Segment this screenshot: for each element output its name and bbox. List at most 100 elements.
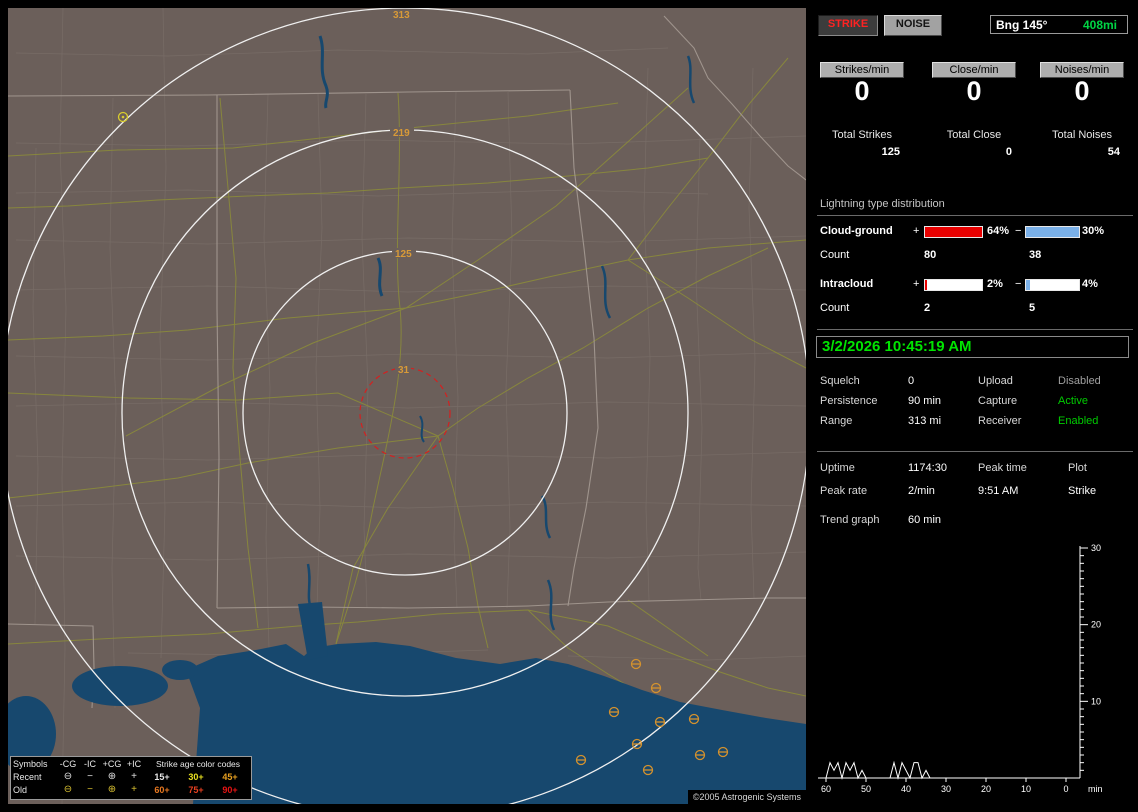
age-60: 60+: [154, 785, 170, 795]
cg-positive-count: 80: [924, 249, 937, 261]
strike-map[interactable]: 313 219 125 31 Symbols -CG -IC +CG +IC S…: [8, 8, 806, 804]
bearing-value: Bng 145°: [996, 17, 1048, 32]
svg-text:20: 20: [1091, 620, 1101, 630]
ic-negative-pct: 4%: [1082, 278, 1098, 290]
svg-text:30: 30: [941, 784, 951, 794]
pos-cg-icon: ⊕: [107, 771, 117, 782]
bearing-distance: 408mi: [1082, 17, 1117, 32]
age-15: 15+: [154, 772, 170, 782]
neg-ic-icon: −: [87, 771, 93, 782]
total-close-label: Total Close: [946, 129, 1002, 141]
strikes-counter-column: Strikes/min 0 Total Strikes 125: [820, 62, 904, 159]
uptime-value: 1174:30: [908, 462, 947, 474]
persistence-label: Persistence: [820, 395, 878, 407]
range-label-219: 219: [393, 128, 410, 139]
datetime-display: 3/2/2026 10:45:19 AM: [816, 336, 1129, 358]
legend-col-neg-ic: -IC: [84, 759, 96, 769]
status-panel: STRIKE NOISE Bng 145° 408mi Strikes/min …: [812, 0, 1138, 812]
svg-text:min: min: [1088, 784, 1103, 794]
cg-positive-pct: 64%: [987, 225, 1010, 237]
ic-negative-fill: [1026, 280, 1031, 290]
upload-status: Disabled: [1058, 375, 1101, 387]
age-30: 30+: [188, 772, 204, 782]
legend-col-pos-cg: +CG: [102, 759, 122, 769]
age-90: 90+: [222, 785, 238, 795]
range-label-125: 125: [395, 249, 412, 260]
svg-text:60: 60: [821, 784, 831, 794]
noises-counter-column: Noises/min 0 Total Noises 54: [1040, 62, 1124, 159]
upload-label: Upload: [978, 375, 1013, 387]
ic-positive-bar: [924, 279, 983, 291]
legend-old-label: Old: [13, 785, 28, 795]
svg-text:30: 30: [1091, 543, 1101, 553]
copyright-notice: ©2005 Astrogenic Systems: [687, 790, 806, 804]
ic-negative-count: 5: [1029, 302, 1036, 314]
map-legend: Symbols -CG -IC +CG +IC Strike age color…: [10, 756, 252, 800]
strike-trend-chart: 10 20 30 60 50 40 30 20 10 0 min: [818, 543, 1103, 794]
total-noises-label: Total Noises: [1052, 129, 1112, 141]
cg-negative-pct: 30%: [1082, 225, 1105, 237]
trend-graph-value: 60 min: [908, 514, 942, 526]
svg-text:40: 40: [901, 784, 911, 794]
plus-sign: +: [913, 278, 920, 290]
divider: [817, 215, 1133, 216]
strikes-per-min-value: 0: [854, 76, 870, 106]
svg-text:20: 20: [981, 784, 991, 794]
pos-ic-icon: +: [131, 771, 137, 782]
total-noises-value: 54: [1107, 146, 1120, 158]
bearing-readout: Bng 145° 408mi: [990, 15, 1128, 34]
distribution-title: Lightning type distribution: [820, 198, 945, 210]
legend-col-pos-ic: +IC: [126, 759, 142, 769]
cg-positive-bar: [924, 226, 983, 238]
legend-header-row: Symbols -CG -IC +CG +IC Strike age color…: [13, 758, 251, 771]
peak-rate-value: 2/min: [908, 485, 935, 497]
plus-sign: +: [913, 225, 920, 237]
noise-toggle-button[interactable]: NOISE: [884, 15, 942, 36]
cg-negative-count: 38: [1029, 249, 1042, 261]
range-label-31: 31: [398, 365, 410, 376]
range-label-313: 313: [393, 10, 410, 21]
cg-count-label: Count: [820, 249, 850, 261]
plot-value: Strike: [1068, 485, 1097, 497]
ic-positive-fill: [925, 280, 928, 290]
intracloud-label: Intracloud: [820, 278, 874, 290]
legend-age-header: Strike age color codes: [155, 759, 241, 769]
cg-negative-fill: [1026, 227, 1079, 237]
squelch-label: Squelch: [820, 375, 860, 387]
range-label: Range: [820, 415, 853, 427]
total-strikes-label: Total Strikes: [832, 129, 892, 141]
ic-count-label: Count: [820, 302, 850, 314]
age-45: 45+: [222, 772, 238, 782]
neg-cg-icon: ⊖: [63, 771, 73, 782]
peak-time-label: Peak time: [978, 462, 1027, 474]
close-per-min-value: 0: [966, 76, 982, 106]
minus-sign: −: [1015, 278, 1022, 290]
neg-cg-old-icon: ⊖: [63, 784, 73, 795]
uptime-label: Uptime: [820, 462, 855, 474]
svg-text:50: 50: [861, 784, 871, 794]
total-strikes-value: 125: [881, 146, 900, 158]
legend-old-row: Old ⊖ − ⊕ + 60+ 75+ 90+: [13, 784, 251, 797]
lightning-app-window: 313 219 125 31 Symbols -CG -IC +CG +IC S…: [0, 0, 1138, 812]
cg-negative-bar: [1025, 226, 1080, 238]
strike-toggle-button[interactable]: STRIKE: [818, 15, 878, 36]
legend-symbols-header: Symbols: [13, 759, 48, 769]
svg-text:10: 10: [1091, 696, 1101, 706]
svg-text:10: 10: [1021, 784, 1031, 794]
ic-positive-count: 2: [924, 302, 931, 314]
noises-per-min-value: 0: [1074, 76, 1090, 106]
receiver-label: Receiver: [978, 415, 1022, 427]
svg-text:0: 0: [1063, 784, 1068, 794]
pos-cg-old-icon: ⊕: [107, 784, 117, 795]
receiver-status: Enabled: [1058, 415, 1099, 427]
close-counter-column: Close/min 0 Total Close 0: [932, 62, 1016, 159]
range-value: 313 mi: [908, 415, 942, 427]
total-close-value: 0: [1005, 146, 1012, 158]
ic-positive-pct: 2%: [987, 278, 1003, 290]
plot-label: Plot: [1068, 462, 1087, 474]
capture-status: Active: [1058, 395, 1088, 407]
persistence-value: 90 min: [908, 395, 942, 407]
legend-recent-label: Recent: [13, 772, 42, 782]
neg-ic-old-icon: −: [87, 784, 93, 795]
divider: [817, 451, 1133, 452]
